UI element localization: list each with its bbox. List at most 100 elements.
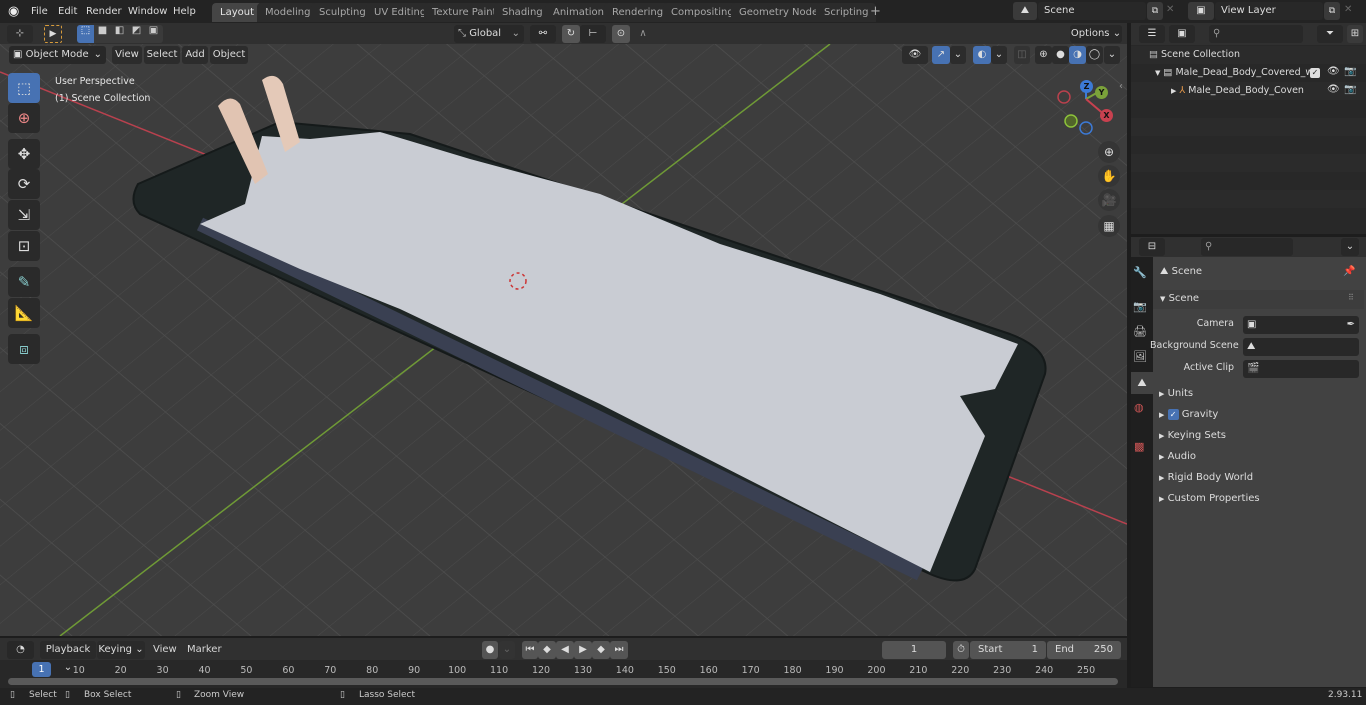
delete-scene-icon[interactable]: ✕ (1166, 4, 1174, 15)
eyedropper-icon[interactable]: ✒ (1347, 316, 1359, 334)
jump-end-icon[interactable]: ⏭ (610, 641, 628, 659)
delete-view-layer-icon[interactable]: ✕ (1344, 4, 1352, 15)
timeline-editor-type-icon[interactable]: ◔ (7, 641, 34, 659)
active-tool-icon[interactable]: ▶ (44, 25, 62, 43)
shading-dropdown[interactable]: ⌄ (1104, 46, 1120, 64)
xray-toggle-icon[interactable]: ◫ (1014, 46, 1030, 64)
output-tab-icon[interactable]: 🖨 (1133, 325, 1147, 338)
pan-hand-icon[interactable]: ✋ (1098, 165, 1120, 187)
outliner-item-collection[interactable]: ▼ ▤ Male_Dead_Body_Covered_w (1155, 64, 1315, 82)
tab-modeling[interactable]: Modeling (257, 3, 319, 22)
scene-type-icon[interactable]: ⛰ (1013, 2, 1037, 20)
panel-gravity[interactable]: ▶ ✓ Gravity (1153, 404, 1364, 425)
move-tool[interactable]: ✥ (8, 139, 40, 169)
filter-icon[interactable]: ⏷ (1317, 25, 1343, 43)
measure-tool[interactable]: 📐 (8, 298, 40, 328)
select-intersect-icon[interactable]: ▣ (145, 25, 162, 43)
tab-scripting[interactable]: Scripting (816, 3, 877, 22)
overlay-dropdown[interactable]: ⌄ (991, 46, 1007, 64)
outliner-item-armature[interactable]: ▶ ⅄ Male_Dead_Body_Coven (1171, 82, 1311, 100)
properties-options-dropdown[interactable]: ⌄ (1341, 238, 1359, 256)
add-cube-tool[interactable]: ⧈ (8, 334, 40, 364)
texture-tab-icon[interactable]: ▩ (1134, 440, 1144, 453)
outliner-scene-collection[interactable]: ▤ Scene Collection (1149, 46, 1240, 64)
properties-editor-type-icon[interactable]: ⊟ (1139, 238, 1165, 256)
timeline-scrollbar[interactable] (8, 678, 1118, 685)
play-reverse-icon[interactable]: ◀ (556, 641, 574, 659)
snap-toggle-icon[interactable]: ↻ (562, 25, 580, 43)
camera-field[interactable]: ▣ ✒ (1243, 316, 1359, 334)
tab-layout[interactable]: Layout (212, 3, 262, 22)
outliner-search-input[interactable]: ⚲ (1209, 25, 1303, 43)
rotate-tool[interactable]: ⟳ (8, 169, 40, 199)
menu-select[interactable]: Select (144, 46, 180, 64)
panel-rigid-body-world[interactable]: ▶ Rigid Body World (1153, 467, 1364, 488)
visibility-dropdown[interactable]: 👁 (902, 46, 928, 64)
auto-keying-icon[interactable]: ● (482, 641, 498, 659)
view-layer-tab-icon[interactable]: 🖼 (1133, 350, 1147, 363)
overlay-toggle-icon[interactable]: ◐ (973, 46, 991, 64)
tab-texture-paint[interactable]: Texture Paint (424, 3, 505, 22)
proportional-edit-icon[interactable]: ⊙ (612, 25, 630, 43)
gizmo-dropdown[interactable]: ⌄ (950, 46, 966, 64)
tab-sculpting[interactable]: Sculpting (311, 3, 374, 22)
render-camera-icon[interactable]: 📷 (1344, 84, 1356, 95)
visibility-eye-icon[interactable]: 👁 (1327, 84, 1340, 95)
view-layer-icon[interactable]: ▣ (1188, 2, 1214, 20)
world-tab-icon[interactable]: ◍ (1134, 401, 1144, 414)
preview-range-icon[interactable]: ⏱ (953, 641, 969, 659)
panel-custom-properties[interactable]: ▶ Custom Properties (1153, 488, 1364, 509)
visibility-eye-icon[interactable]: 👁 (1327, 66, 1340, 77)
options-dropdown[interactable]: Options ⌄ (1070, 25, 1122, 43)
gizmo-neg-y[interactable] (1064, 114, 1078, 128)
editor-type-button[interactable]: ⊹ (7, 25, 33, 43)
timeline-menu-view[interactable]: View (153, 644, 177, 655)
mode-dropdown[interactable]: ▣ Object Mode ⌄ (9, 46, 106, 64)
menu-add[interactable]: Add (182, 46, 208, 64)
background-scene-field[interactable]: ⛰ (1243, 338, 1359, 356)
solid-shading-icon[interactable]: ● (1052, 46, 1069, 64)
keying-mode-dropdown[interactable]: ⌄ (499, 641, 515, 659)
tab-animation[interactable]: Animation (545, 3, 612, 22)
end-frame-field[interactable]: End 250 (1047, 641, 1121, 659)
panel-units[interactable]: ▶ Units (1153, 383, 1364, 404)
scale-tool[interactable]: ⇲ (8, 200, 40, 230)
timeline-menu-marker[interactable]: Marker (187, 644, 222, 655)
playback-dropdown[interactable]: Playback ⌄ (40, 641, 96, 673)
gizmo-x-axis[interactable]: X (1100, 109, 1113, 122)
zoom-icon[interactable]: ⊕ (1098, 141, 1120, 163)
tab-compositing[interactable]: Compositing (663, 3, 742, 22)
perspective-toggle-icon[interactable]: ▦ (1098, 215, 1120, 237)
snap-target-dropdown[interactable]: ⊢ (580, 25, 606, 43)
pivot-point-dropdown[interactable]: ⚯ (530, 25, 556, 43)
blender-logo-icon[interactable]: ◉ (8, 4, 23, 19)
scene-tab-icon[interactable]: ⛰ (1131, 372, 1153, 394)
tab-shading[interactable]: Shading (494, 3, 551, 22)
menu-window[interactable]: Window (128, 0, 167, 23)
select-invert-icon[interactable]: ◩ (128, 25, 145, 43)
prev-keyframe-icon[interactable]: ◆ (538, 641, 556, 659)
start-frame-field[interactable]: Start 1 (970, 641, 1046, 659)
select-subtract-icon[interactable]: ◧ (111, 25, 128, 43)
cursor-tool[interactable]: ⊕ (8, 103, 40, 133)
render-tab-icon[interactable]: 📷 (1133, 300, 1147, 313)
menu-render[interactable]: Render (86, 0, 122, 23)
transform-tool[interactable]: ⊡ (8, 231, 40, 261)
menu-object[interactable]: Object (210, 46, 248, 64)
play-icon[interactable]: ▶ (574, 641, 592, 659)
menu-help[interactable]: Help (173, 0, 196, 23)
transform-orientation-dropdown[interactable]: ⤡ Global ⌄ (454, 25, 524, 43)
wireframe-shading-icon[interactable]: ⊕ (1035, 46, 1052, 64)
material-preview-icon[interactable]: ◑ (1069, 46, 1086, 64)
exclude-checkbox[interactable]: ✓ (1310, 68, 1320, 78)
drag-handle-icon[interactable]: ⠿ (1348, 293, 1354, 302)
gizmo-toggle-icon[interactable]: ↗ (932, 46, 950, 64)
new-scene-icon[interactable]: ⧉ (1147, 2, 1163, 20)
gravity-checkbox[interactable]: ✓ (1167, 409, 1179, 420)
camera-view-icon[interactable]: 🎥 (1098, 189, 1120, 211)
menu-edit[interactable]: Edit (58, 0, 77, 23)
view-layer-field[interactable]: View Layer (1215, 2, 1323, 20)
properties-search-input[interactable]: ⚲ (1201, 238, 1293, 256)
panel-keying-sets[interactable]: ▶ Keying Sets (1153, 425, 1364, 446)
playhead-frame-indicator[interactable]: 1 (32, 662, 51, 677)
